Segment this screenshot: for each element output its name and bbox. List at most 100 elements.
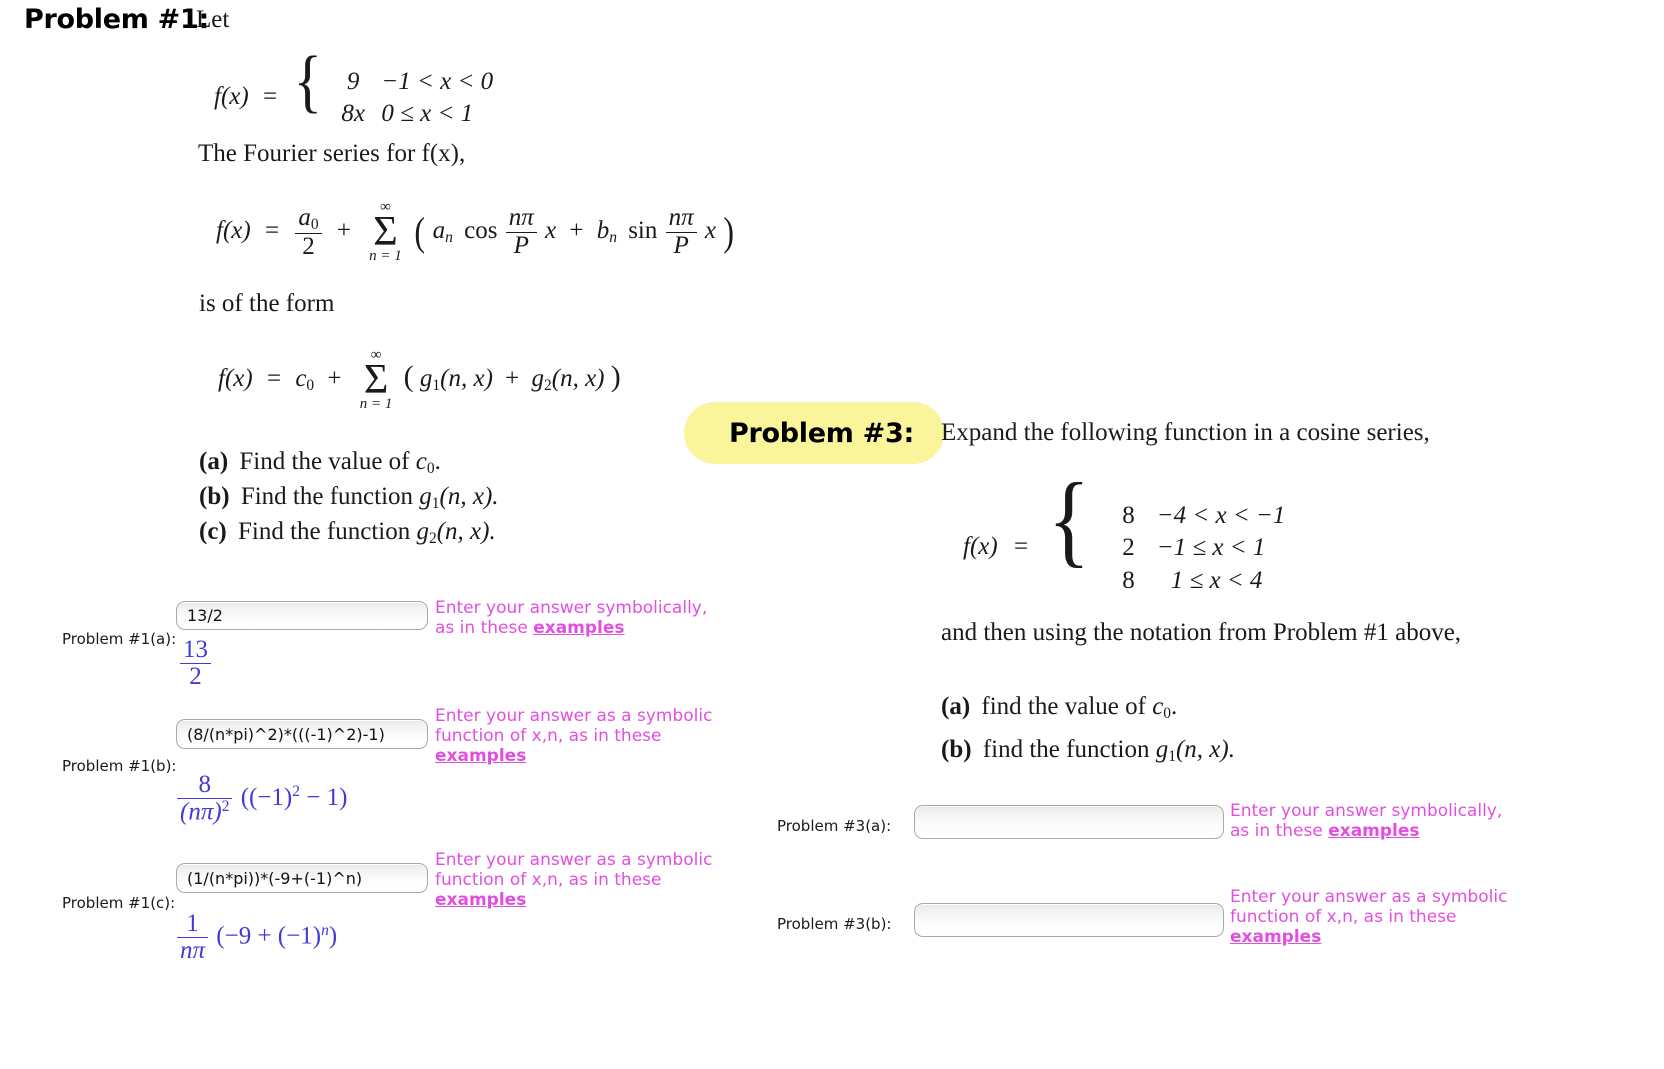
left-paren: ( bbox=[414, 209, 426, 255]
bn-symbol: b bbox=[596, 216, 610, 244]
fourier-series-intro: The Fourier series for f(x), bbox=[198, 140, 465, 168]
part-symbol-subscript: 2 bbox=[428, 529, 437, 547]
fourier-series-formula: f(x) = a0 2 + ∞ Σ n = 1 ( an cos nπ P x … bbox=[216, 199, 735, 265]
problem3-piecewise-definition: f(x) = { 8 −4 < x < −1 2 −1 ≤ x < 1 8 1 … bbox=[963, 462, 1285, 597]
part-symbol: g bbox=[416, 518, 429, 545]
part-tag: (c) bbox=[199, 518, 227, 545]
problem1c-hint: Enter your answer as a symbolic function… bbox=[435, 850, 735, 910]
a0-denominator: 2 bbox=[295, 232, 322, 260]
piecewise-value: 8x bbox=[341, 100, 365, 128]
sum-lower-limit: n = 1 bbox=[369, 248, 402, 265]
examples-link[interactable]: examples bbox=[435, 890, 526, 910]
part-symbol-subscript: 1 bbox=[1168, 747, 1176, 765]
problem1b-answer-label: Problem #1(b): bbox=[62, 757, 177, 775]
cos-variable: x bbox=[544, 216, 557, 244]
problem3-intro-text: Expand the following function in a cosin… bbox=[941, 419, 1430, 446]
g1-arguments: (n, x) bbox=[440, 364, 493, 392]
piecewise-equals: = bbox=[1013, 533, 1029, 560]
examples-link[interactable]: examples bbox=[1230, 927, 1321, 947]
rendered-fraction: 1 nπ bbox=[177, 910, 209, 965]
examples-link[interactable]: examples bbox=[435, 746, 526, 766]
an-symbol: a bbox=[432, 216, 446, 244]
piecewise-value: 2 bbox=[1122, 534, 1135, 562]
right-paren: ) bbox=[723, 209, 735, 255]
problem3b-answer-input[interactable] bbox=[914, 903, 1224, 937]
rendered-fraction: 8 (nπ)2 bbox=[177, 771, 233, 826]
piecewise-condition: 1 ≤ x < 4 bbox=[1170, 566, 1263, 594]
sin-variable: x bbox=[704, 216, 717, 244]
problem1-part-c: (c) Find the function g2(n, x). bbox=[199, 518, 496, 548]
part-text-after: (n, x). bbox=[1175, 736, 1235, 763]
problem1c-answer-label: Problem #1(c): bbox=[62, 894, 176, 912]
part-text: find the function bbox=[982, 736, 1156, 763]
a0-subscript: 0 bbox=[310, 215, 319, 233]
problem1b-hint: Enter your answer as a symbolic function… bbox=[435, 706, 735, 766]
rendered-fraction: 13 2 bbox=[180, 636, 211, 691]
part-text-after: (n, x). bbox=[436, 518, 496, 545]
problem1a-answer-label: Problem #1(a): bbox=[62, 630, 177, 648]
expr-tail-open: (−9 + (−1) bbox=[216, 922, 322, 950]
an-subscript: n bbox=[445, 228, 453, 246]
piecewise-condition: 0 ≤ x < 1 bbox=[381, 100, 474, 128]
left-brace-icon: { bbox=[1048, 462, 1091, 577]
problem3a-hint: Enter your answer symbolically, as in th… bbox=[1230, 801, 1530, 841]
piecewise-row: 8 −4 < x < −1 bbox=[1106, 500, 1285, 533]
hint-line-1: Enter your answer as a symbolic bbox=[435, 706, 713, 726]
problem1a-hint: Enter your answer symbolically, as in th… bbox=[435, 598, 735, 638]
part-text: Find the value of bbox=[239, 448, 416, 475]
a0-over-2-fraction: a0 2 bbox=[295, 204, 322, 260]
hint-line-2: function of x,n, as in these bbox=[435, 726, 662, 747]
form-intro-text: is of the form bbox=[199, 290, 335, 317]
hint-line-1: Enter your answer as a symbolic bbox=[435, 850, 713, 870]
g2-symbol: g bbox=[531, 364, 545, 392]
piecewise-condition: −4 < x < −1 bbox=[1156, 501, 1286, 529]
problem1c-rendered-answer: 1 nπ (−9 + (−1)n) bbox=[175, 910, 337, 965]
problem1-part-a: (a) Find the value of c0. bbox=[199, 448, 441, 478]
piecewise-condition: −1 < x < 0 bbox=[381, 67, 494, 95]
examples-link[interactable]: examples bbox=[1328, 821, 1419, 841]
problem1a-answer-input[interactable] bbox=[176, 601, 428, 630]
problem3-notation-text: and then using the notation from Problem… bbox=[941, 619, 1462, 646]
bn-subscript: n bbox=[609, 228, 617, 246]
cos-operator: cos bbox=[464, 216, 498, 244]
examples-link[interactable]: examples bbox=[533, 618, 624, 638]
part-text-after: (n, x). bbox=[439, 483, 499, 510]
piecewise-lhs: f(x) bbox=[963, 533, 998, 560]
g1-subscript: 1 bbox=[432, 376, 441, 394]
part-text-after: . bbox=[434, 448, 441, 475]
piecewise-lhs: f(x) bbox=[214, 83, 249, 110]
fraction-denominator: (nπ)2 bbox=[177, 798, 233, 826]
denominator-base: (nπ) bbox=[180, 798, 222, 826]
problem1b-answer-input[interactable] bbox=[176, 719, 428, 749]
fraction-denominator: nπ bbox=[177, 937, 209, 964]
form-lhs: f(x) bbox=[218, 364, 253, 392]
problem1-header-label: Problem #1: bbox=[24, 4, 209, 35]
expr-tail-close: − 1) bbox=[300, 783, 348, 811]
part-symbol: c bbox=[415, 448, 427, 475]
problem1-part-b: (b) Find the function g1(n, x). bbox=[199, 483, 499, 513]
problem3a-answer-input[interactable] bbox=[914, 805, 1224, 839]
cos-frac-denominator: P bbox=[505, 231, 537, 259]
part-symbol-subscript: 0 bbox=[426, 459, 435, 477]
fraction-denominator: 2 bbox=[180, 663, 211, 690]
piecewise-equals: = bbox=[262, 83, 278, 110]
cos-frac-numerator: nπ bbox=[508, 204, 534, 232]
sin-frac-numerator: nπ bbox=[668, 204, 694, 232]
piecewise-row: 8x 0 ≤ x < 1 bbox=[331, 98, 493, 131]
denominator-exponent: 2 bbox=[221, 798, 230, 816]
problem3-part-a: (a) find the value of c0. bbox=[941, 693, 1177, 723]
problem3b-answer-label: Problem #3(b): bbox=[777, 915, 892, 933]
part-tag: (a) bbox=[199, 448, 229, 475]
problem3-part-b: (b) find the function g1(n, x). bbox=[941, 736, 1235, 766]
piecewise-condition: −1 ≤ x < 1 bbox=[1156, 534, 1266, 562]
part-text: find the value of bbox=[981, 693, 1153, 720]
summation-operator: ∞ Σ n = 1 bbox=[359, 347, 393, 413]
piecewise-value: 8 bbox=[1122, 501, 1135, 529]
g1-symbol: g bbox=[419, 364, 433, 392]
problem1c-answer-input[interactable] bbox=[176, 863, 428, 893]
problem1a-rendered-answer: 13 2 bbox=[178, 636, 213, 691]
fraction-numerator: 1 bbox=[186, 910, 199, 937]
npi-over-P-fraction-sin: nπ P bbox=[665, 204, 697, 259]
fourier-intro-text: The Fourier series for f(x), bbox=[198, 140, 466, 167]
part-symbol: c bbox=[1152, 693, 1164, 720]
